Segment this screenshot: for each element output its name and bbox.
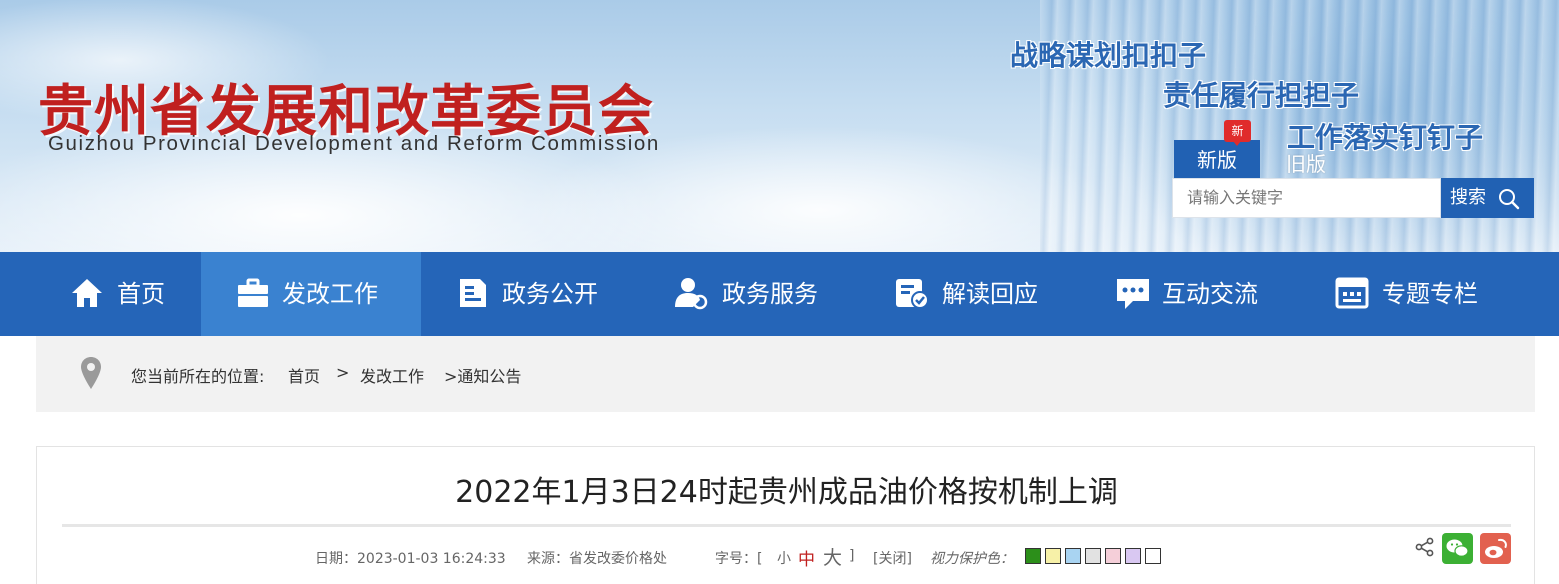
font-size-close-bracket: ] xyxy=(849,548,855,564)
user-service-icon xyxy=(675,278,708,310)
column-icon xyxy=(1335,277,1369,309)
chat-icon xyxy=(1117,279,1149,309)
breadcrumb-prefix: 您当前所在的位置: xyxy=(131,367,265,386)
wechat-share-button[interactable] xyxy=(1442,533,1473,564)
location-pin-icon xyxy=(81,357,101,389)
home-icon xyxy=(72,279,102,307)
new-version-tab[interactable]: 新版 xyxy=(1174,140,1260,178)
eye-care-swatch-pink[interactable] xyxy=(1105,548,1121,564)
search-button[interactable]: 搜索 xyxy=(1441,178,1534,218)
new-badge: 新 xyxy=(1224,120,1251,146)
search-button-label: 搜索 xyxy=(1450,187,1486,208)
breadcrumb-notice[interactable]: >通知公告 xyxy=(444,363,521,387)
eye-care-label: 视力保护色： xyxy=(930,551,1014,567)
slogan-line-2: 责任履行担担子 xyxy=(1163,79,1360,112)
slogan-line-1: 战略谋划扣扣子 xyxy=(1010,39,1207,72)
nav-item-home[interactable]: 首页 xyxy=(0,252,201,336)
font-size-label: 字号：[ xyxy=(715,551,763,567)
briefcase-icon xyxy=(238,278,268,307)
nav-label-special-column: 专题专栏 xyxy=(1382,280,1478,308)
document-icon xyxy=(460,279,486,307)
search-icon xyxy=(1499,189,1520,210)
nav-item-gov-affairs-open[interactable]: 政务公开 xyxy=(421,252,641,336)
font-size-large[interactable]: 大 xyxy=(823,543,842,570)
eye-care-swatch-yellow[interactable] xyxy=(1045,548,1061,564)
eye-care-swatch-gray[interactable] xyxy=(1085,548,1101,564)
font-size-medium[interactable]: 中 xyxy=(798,545,815,570)
checklist-icon xyxy=(896,279,929,309)
eye-care-swatch-green[interactable] xyxy=(1025,548,1041,564)
search-input[interactable]: 请输入关键字 xyxy=(1172,178,1441,218)
nav-label-interpretation: 解读回应 xyxy=(942,280,1038,308)
nav-label-interaction: 互动交流 xyxy=(1162,280,1258,308)
article-source: 来源：省发改委价格处 xyxy=(527,551,667,567)
weibo-icon xyxy=(1485,538,1507,558)
article-title: 2022年1月3日24时起贵州成品油价格按机制上调 xyxy=(455,475,1118,510)
nav-label-home: 首页 xyxy=(117,280,165,308)
breadcrumb-home[interactable]: 首页 xyxy=(288,363,320,387)
breadcrumb: 您当前所在的位置: 首页 > 发改工作 >通知公告 xyxy=(36,336,1535,412)
breadcrumb-reform-work[interactable]: 发改工作 xyxy=(360,363,424,387)
article-panel: 2022年1月3日24时起贵州成品油价格按机制上调 日期：2023-01-03 … xyxy=(36,446,1535,584)
share-icon[interactable] xyxy=(1415,537,1435,557)
main-nav: 首页 发改工作 政务公开 政务服务 解读回应 互动交流 专题专栏 xyxy=(0,252,1559,336)
page: 贵州省发展和改革委员会 Guizhou Provincial Developme… xyxy=(0,0,1559,584)
nav-item-interaction[interactable]: 互动交流 xyxy=(1081,252,1301,336)
nav-item-special-column[interactable]: 专题专栏 xyxy=(1301,252,1521,336)
breadcrumb-separator: > xyxy=(336,363,350,382)
eye-care-swatch-white[interactable] xyxy=(1145,548,1161,564)
nav-item-reform-work[interactable]: 发改工作 xyxy=(201,252,421,336)
wechat-icon xyxy=(1446,539,1469,557)
article-date: 日期：2023-01-03 16:24:33 xyxy=(315,551,506,567)
nav-label-reform-work: 发改工作 xyxy=(282,280,378,308)
header-banner: 贵州省发展和改革委员会 Guizhou Provincial Developme… xyxy=(0,0,1559,252)
title-divider xyxy=(62,524,1511,527)
nav-label-gov-affairs-open: 政务公开 xyxy=(502,280,598,308)
weibo-share-button[interactable] xyxy=(1480,533,1511,564)
old-version-link[interactable]: 旧版 xyxy=(1286,148,1326,177)
font-size-small[interactable]: 小 xyxy=(777,548,791,568)
nav-label-gov-service: 政务服务 xyxy=(722,280,818,308)
nav-item-gov-service[interactable]: 政务服务 xyxy=(641,252,861,336)
eye-care-swatch-blue[interactable] xyxy=(1065,548,1081,564)
eye-care-swatch-purple[interactable] xyxy=(1125,548,1141,564)
nav-item-interpretation[interactable]: 解读回应 xyxy=(861,252,1081,336)
site-logo-subtitle: Guizhou Provincial Development and Refor… xyxy=(48,132,660,155)
close-page-link[interactable]: [关闭] xyxy=(873,548,912,568)
